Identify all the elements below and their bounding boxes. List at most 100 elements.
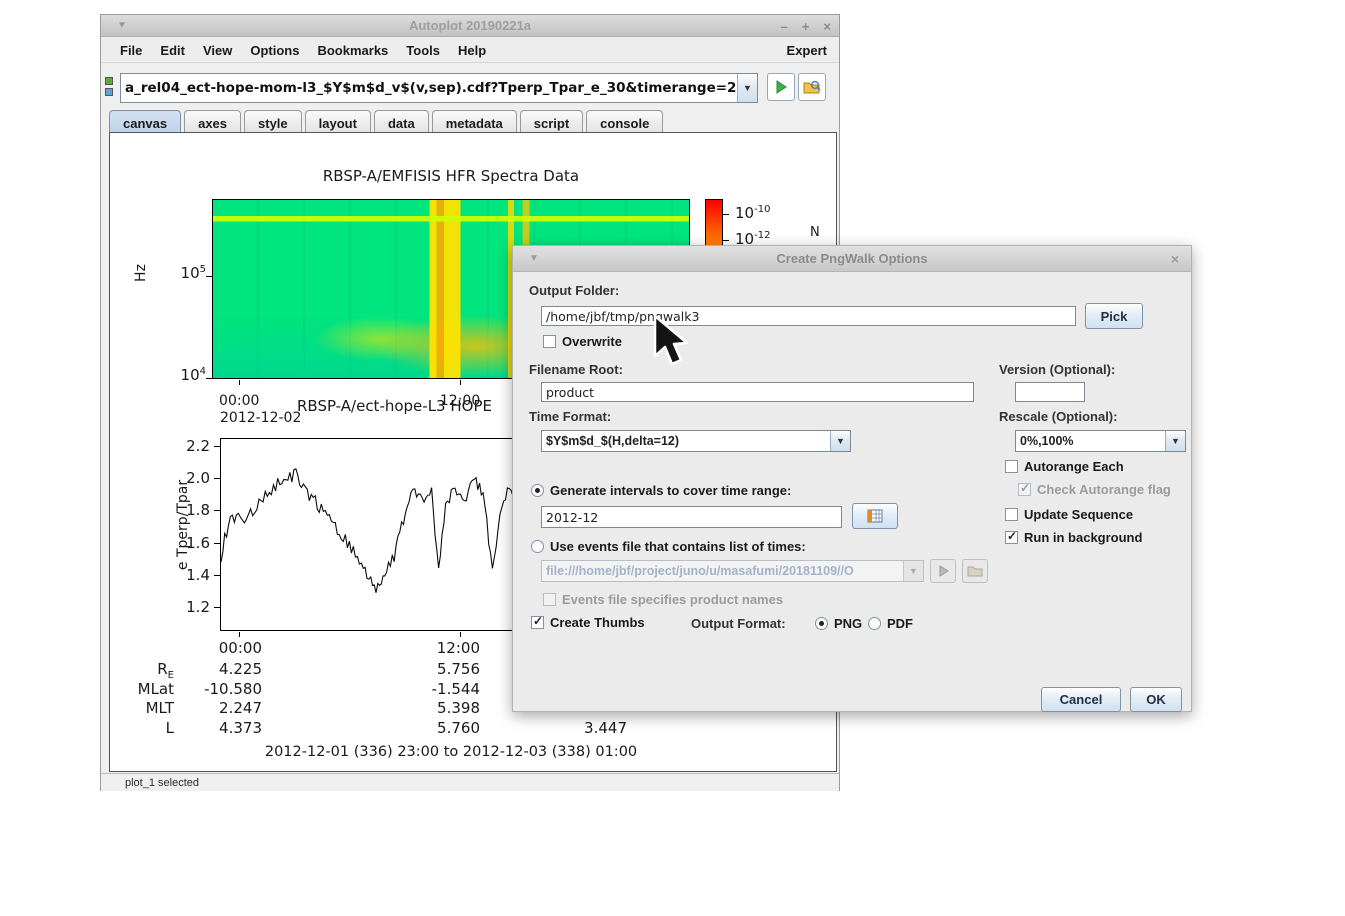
autorange-each-label: Autorange Each	[1024, 459, 1124, 474]
uri-dropdown-icon[interactable]: ▼	[737, 74, 757, 102]
ephemeris-value: -1.544	[380, 680, 480, 698]
png-label: PNG	[834, 616, 862, 631]
dialog-titlebar[interactable]: ▼ Create PngWalk Options ×	[513, 246, 1191, 272]
tab-layout[interactable]: layout	[305, 110, 371, 133]
spectrogram-ytick: 104	[168, 366, 206, 384]
time-range-value: 2012-12	[546, 510, 598, 525]
events-open-button	[962, 559, 988, 583]
create-thumbs-checkbox[interactable]: Create Thumbs	[531, 615, 645, 630]
checkbox-box	[531, 616, 544, 629]
overwrite-checkbox[interactable]: Overwrite	[543, 334, 622, 349]
lineplot-ytick: 2.2	[172, 437, 210, 455]
plot-element-icon	[105, 77, 113, 85]
maximize-icon[interactable]: +	[802, 19, 810, 34]
window-shade-icon[interactable]: ▼	[117, 20, 127, 31]
chevron-down-icon[interactable]: ▼	[830, 431, 850, 451]
folder-icon	[967, 564, 983, 578]
rescale-combo[interactable]: 0%,100% ▼	[1015, 430, 1186, 452]
ephemeris-value: -10.580	[178, 680, 262, 698]
output-folder-label: Output Folder:	[529, 283, 619, 298]
window-titlebar[interactable]: ▼ Autoplot 20190221a	[101, 15, 839, 37]
menu-edit[interactable]: Edit	[151, 43, 194, 58]
time-format-value: $Y$m$d_$(H,delta=12)	[542, 431, 830, 451]
menu-tools[interactable]: Tools	[397, 43, 449, 58]
ok-button[interactable]: OK	[1130, 687, 1182, 712]
overwrite-label: Overwrite	[562, 334, 622, 349]
time-format-combo[interactable]: $Y$m$d_$(H,delta=12) ▼	[541, 430, 851, 452]
uri-combobox[interactable]: a_rel04_ect-hope-mom-l3_$Y$m$d_v$(v,sep)…	[120, 73, 758, 103]
create-thumbs-label: Create Thumbs	[550, 615, 645, 630]
go-button[interactable]	[767, 73, 795, 101]
check-autorange-flag-label: Check Autorange flag	[1037, 482, 1171, 497]
rescale-value: 0%,100%	[1016, 431, 1165, 451]
expert-mode-label[interactable]: Expert	[787, 43, 829, 58]
menu-bookmarks[interactable]: Bookmarks	[308, 43, 397, 58]
status-text: plot_1 selected	[125, 777, 199, 789]
radio-dot	[868, 617, 881, 630]
tab-axes[interactable]: axes	[184, 110, 241, 133]
ephemeris-value: 4.373	[178, 719, 262, 737]
radio-dot	[531, 484, 544, 497]
tick-mark	[214, 575, 220, 576]
time-range-field[interactable]: 2012-12	[541, 506, 842, 528]
use-events-file-radio[interactable]: Use events file that contains list of ti…	[531, 539, 806, 554]
events-products-label: Events file specifies product names	[562, 592, 783, 607]
pdf-radio[interactable]: PDF	[868, 616, 913, 631]
tab-script[interactable]: script	[520, 110, 583, 133]
generate-intervals-radio[interactable]: Generate intervals to cover time range:	[531, 483, 791, 498]
ephemeris-value: 5.760	[380, 719, 480, 737]
dialog-shade-icon[interactable]: ▼	[529, 253, 539, 264]
filename-root-label: Filename Root:	[529, 362, 623, 377]
version-field[interactable]	[1015, 382, 1085, 402]
status-bar: plot_1 selected	[101, 773, 839, 791]
tick-mark	[214, 478, 220, 479]
run-in-background-checkbox[interactable]: Run in background	[1005, 530, 1142, 545]
tab-canvas[interactable]: canvas	[109, 110, 181, 133]
calendar-button[interactable]	[852, 503, 898, 529]
run-in-background-label: Run in background	[1024, 530, 1142, 545]
filename-root-field[interactable]: product	[541, 382, 974, 402]
tab-metadata[interactable]: metadata	[432, 110, 517, 133]
window-title: Autoplot 20190221a	[101, 18, 839, 33]
spectrogram-xdate: 2012-12-02	[220, 410, 301, 426]
menu-options[interactable]: Options	[241, 43, 308, 58]
menu-view[interactable]: View	[194, 43, 241, 58]
checkbox-box	[543, 335, 556, 348]
spectrogram-xtick: 00:00	[209, 393, 269, 409]
lineplot-ytick: 1.8	[172, 501, 210, 519]
ephemeris-time-header: 00:00	[178, 639, 262, 657]
uri-input[interactable]: a_rel04_ect-hope-mom-l3_$Y$m$d_v$(v,sep)…	[121, 74, 737, 102]
radio-dot	[531, 540, 544, 553]
output-folder-field[interactable]: /home/jbf/tmp/pngwalk3	[541, 306, 1076, 326]
tab-style[interactable]: style	[244, 110, 302, 133]
minimize-icon[interactable]: –	[781, 19, 788, 34]
use-events-file-label: Use events file that contains list of ti…	[550, 539, 806, 554]
ephemeris-value: 5.756	[380, 660, 480, 678]
pick-button[interactable]: Pick	[1085, 303, 1143, 329]
update-sequence-checkbox[interactable]: Update Sequence	[1005, 507, 1133, 522]
generate-intervals-label: Generate intervals to cover time range:	[550, 483, 791, 498]
checkbox-box	[1005, 531, 1018, 544]
spectrogram-title: RBSP-A/EMFISIS HFR Spectra Data	[212, 167, 690, 185]
checkbox-box	[1005, 460, 1018, 473]
time-format-label: Time Format:	[529, 409, 611, 424]
menu-help[interactable]: Help	[449, 43, 495, 58]
png-radio[interactable]: PNG	[815, 616, 862, 631]
inspect-button[interactable]	[798, 73, 826, 101]
colorbar-unit-label: N	[810, 225, 820, 240]
ephemeris-value: 2.247	[178, 699, 262, 717]
dialog-close-icon[interactable]: ×	[1171, 251, 1179, 267]
lineplot-ytick: 2.0	[172, 469, 210, 487]
tab-data[interactable]: data	[374, 110, 429, 133]
cancel-button[interactable]: Cancel	[1041, 687, 1121, 712]
menu-file[interactable]: File	[111, 43, 151, 58]
lineplot-ytick: 1.2	[172, 598, 210, 616]
autorange-each-checkbox[interactable]: Autorange Each	[1005, 459, 1124, 474]
close-icon[interactable]: ×	[823, 19, 831, 34]
folder-magnifier-icon	[803, 79, 821, 95]
chevron-down-icon[interactable]: ▼	[1165, 431, 1185, 451]
tick-mark	[723, 214, 729, 215]
ephemeris-row-label: RE	[118, 660, 174, 681]
ephemeris-row-label: L	[118, 719, 174, 737]
tab-console[interactable]: console	[586, 110, 663, 133]
